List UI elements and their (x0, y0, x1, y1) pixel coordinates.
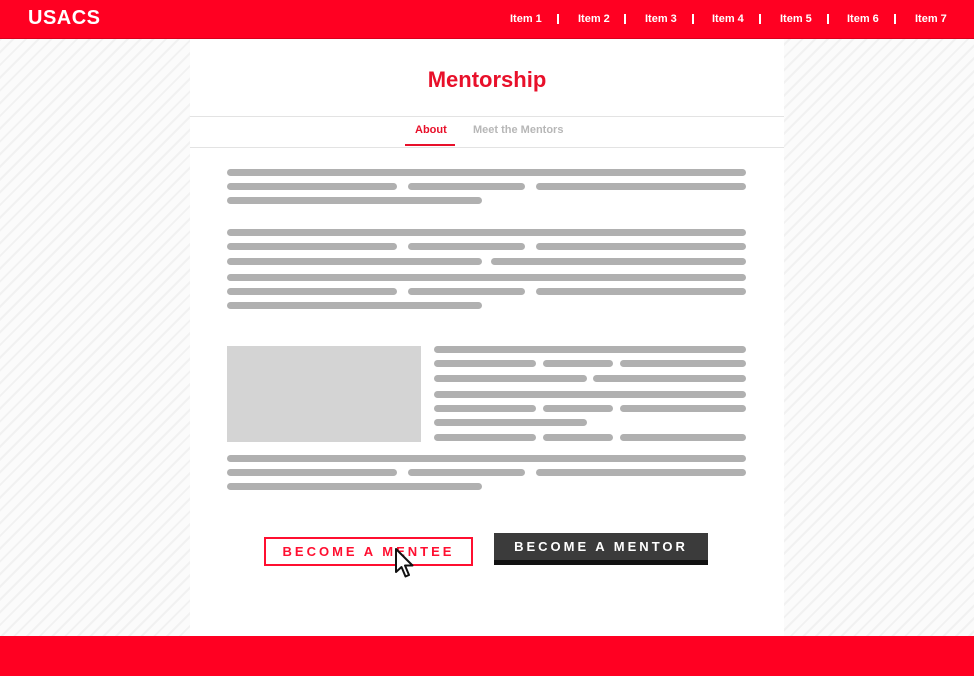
text-placeholder-line (536, 183, 746, 190)
text-placeholder-line (536, 469, 746, 476)
text-placeholder-line (620, 405, 746, 412)
nav-item-7[interactable]: Item 7 (915, 13, 947, 25)
text-placeholder-line (408, 183, 525, 190)
footer-bar (0, 636, 974, 676)
text-placeholder-line (227, 229, 746, 236)
text-placeholder-line (620, 360, 746, 367)
become-a-mentee-button[interactable]: BECOME A MENTEE (264, 537, 473, 566)
text-placeholder-line (543, 405, 613, 412)
site-logo[interactable]: USACS (28, 7, 101, 30)
text-placeholder-line (620, 434, 746, 441)
text-placeholder-line (434, 434, 536, 441)
text-placeholder-line (434, 360, 536, 367)
page-title: Mentorship (427, 67, 547, 92)
text-placeholder-line (227, 302, 482, 309)
nav-separator (759, 14, 761, 24)
nav-item-6[interactable]: Item 6 (847, 13, 879, 25)
text-placeholder-line (434, 405, 536, 412)
nav-item-4[interactable]: Item 4 (712, 13, 744, 25)
become-a-mentor-button[interactable]: BECOME A MENTOR (494, 533, 708, 565)
image-placeholder (227, 346, 421, 442)
text-placeholder-line (227, 288, 397, 295)
nav-item-2[interactable]: Item 2 (578, 13, 610, 25)
text-placeholder-line (227, 183, 397, 190)
mouse-pointer-icon (395, 548, 414, 578)
nav-item-1[interactable]: Item 1 (510, 13, 542, 25)
text-placeholder-line (434, 346, 746, 353)
text-placeholder-line (434, 391, 746, 398)
text-placeholder-line (543, 434, 613, 441)
text-placeholder-line (543, 360, 613, 367)
text-placeholder-line (408, 243, 525, 250)
nav-item-5[interactable]: Item 5 (780, 13, 812, 25)
text-placeholder-line (434, 375, 587, 382)
nav-separator (624, 14, 626, 24)
text-placeholder-line (536, 288, 746, 295)
text-placeholder-line (227, 197, 482, 204)
text-placeholder-line (227, 243, 397, 250)
text-placeholder-line (491, 258, 746, 265)
tab-meet-the-mentors[interactable]: Meet the Mentors (473, 124, 563, 136)
nav-item-3[interactable]: Item 3 (645, 13, 677, 25)
text-placeholder-line (227, 483, 482, 490)
text-placeholder-line (536, 243, 746, 250)
nav-separator (557, 14, 559, 24)
text-placeholder-line (434, 419, 587, 426)
active-tab-indicator (405, 144, 455, 146)
text-placeholder-line (227, 274, 746, 281)
text-placeholder-line (227, 469, 397, 476)
nav-separator (827, 14, 829, 24)
top-navigation-bar: USACS Item 1 Item 2 Item 3 Item 4 Item 5… (0, 0, 974, 39)
nav-separator (692, 14, 694, 24)
tab-about[interactable]: About (415, 124, 447, 136)
nav-separator (894, 14, 896, 24)
text-placeholder-line (593, 375, 746, 382)
text-placeholder-line (227, 455, 746, 462)
text-placeholder-line (408, 469, 525, 476)
text-placeholder-line (227, 258, 482, 265)
text-placeholder-line (227, 169, 746, 176)
text-placeholder-line (408, 288, 525, 295)
tab-bar: About Meet the Mentors (190, 116, 784, 148)
